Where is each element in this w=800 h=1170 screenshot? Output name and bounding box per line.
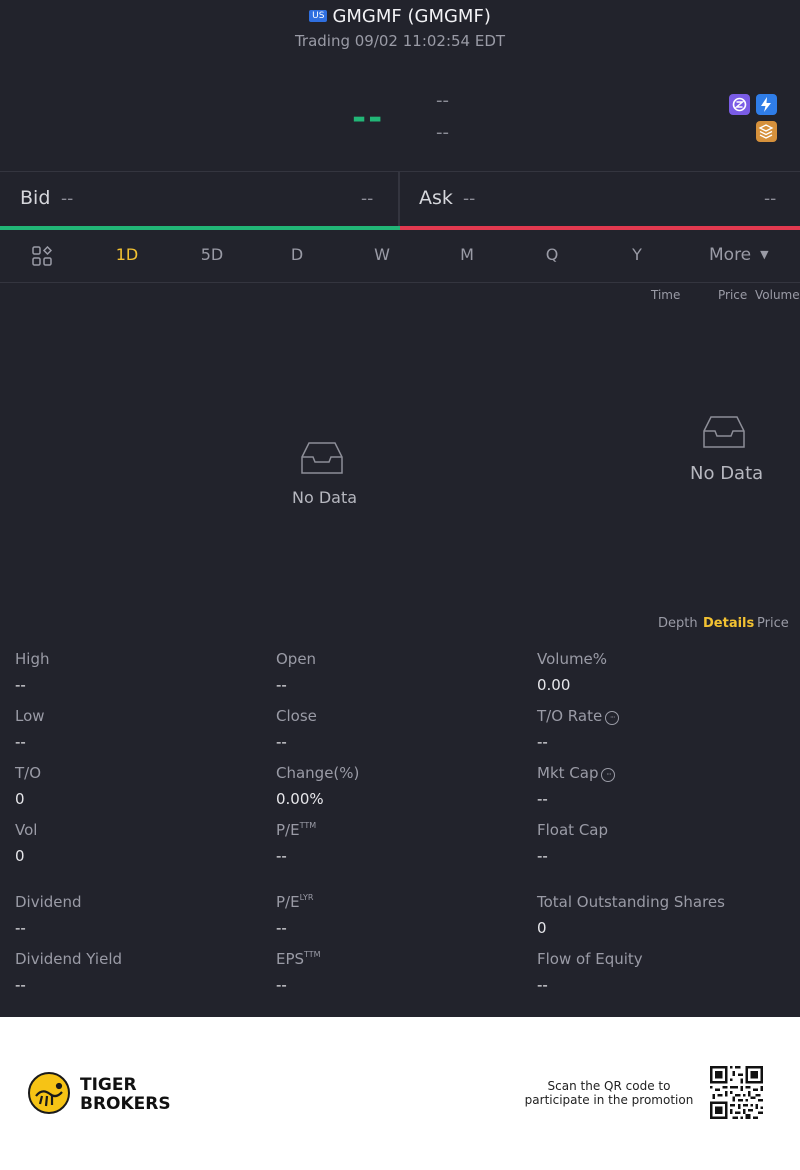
stat-open-value: --: [276, 676, 287, 694]
promo-line1: Scan the QR code to: [547, 1079, 671, 1093]
stat-change-pct-value: 0.00%: [276, 790, 324, 808]
stat-volume-pct-label: Volume%: [537, 650, 608, 668]
stat-pe-ttm: P/ETTM: [276, 821, 316, 839]
bid-size: --: [361, 189, 374, 209]
tab-week[interactable]: W: [352, 245, 412, 264]
stat-pe-lyr-label: P/E: [276, 893, 300, 911]
ask-size: --: [764, 189, 777, 209]
tab-details[interactable]: Details: [703, 616, 754, 631]
stat-close-value: --: [276, 733, 287, 751]
tab-month[interactable]: M: [437, 245, 497, 264]
stat-eps-ttm-value: --: [276, 976, 287, 994]
ask-ratio-bar: [400, 226, 800, 230]
stat-mkt-cap-value: --: [537, 790, 548, 808]
stock-name: GMGMF (GMGMF): [332, 6, 491, 27]
stat-flow-equity-label: Flow of Equity: [537, 950, 643, 968]
tab-day[interactable]: D: [267, 245, 327, 264]
price-change-percent: --: [436, 122, 449, 143]
tab-5d[interactable]: 5D: [182, 245, 242, 264]
caret-down-icon: ▼: [760, 248, 769, 261]
stat-vol-value: 0: [15, 847, 25, 865]
column-time: Time: [651, 288, 681, 302]
stat-low-value: --: [15, 733, 26, 751]
stat-total-shares-value: 0: [537, 919, 547, 937]
stat-to-rate: T/O Rate ···: [537, 707, 620, 725]
stock-title: US GMGMF (GMGMF): [0, 6, 800, 27]
stat-float-cap-label: Float Cap: [537, 821, 609, 839]
trades-empty-text: No Data: [690, 463, 764, 484]
more-info-icon[interactable]: ···: [605, 711, 620, 725]
more-dropdown[interactable]: More ▼: [709, 245, 769, 265]
tab-1d[interactable]: 1D: [97, 245, 157, 264]
price-change: --: [436, 90, 449, 111]
divider: [0, 282, 800, 283]
tiger-logo-icon: [28, 1072, 70, 1114]
stat-low-label: Low: [15, 707, 45, 725]
market-badge: US: [309, 10, 328, 22]
qr-code: [710, 1066, 763, 1119]
chart-empty-text: No Data: [292, 488, 358, 507]
promo-text: Scan the QR code to participate in the p…: [520, 1079, 698, 1107]
stat-to-rate-value: --: [537, 733, 548, 751]
stat-volume-pct-value: 0.00: [537, 676, 571, 694]
more-label: More: [709, 245, 752, 265]
lightning-icon[interactable]: [756, 94, 777, 115]
trading-status: Trading 09/02 11:02:54 EDT: [294, 32, 506, 50]
column-price: Price: [718, 288, 748, 302]
stat-pe-ttm-sup: TTM: [299, 821, 317, 830]
stat-high-label: High: [15, 650, 50, 668]
stat-eps-ttm-label: EPS: [276, 950, 305, 968]
coin-stack-icon[interactable]: [756, 121, 777, 142]
bid-ratio-bar: [0, 226, 400, 230]
quote-panel: [0, 0, 800, 1017]
bid-price: --: [61, 189, 74, 209]
stat-dividend-value: --: [15, 919, 26, 937]
stat-mkt-cap: Mkt Cap ···: [537, 764, 616, 782]
stat-dividend-yield-label: Dividend Yield: [15, 950, 123, 968]
tab-depth[interactable]: Depth: [658, 616, 698, 631]
column-volume: Volume: [755, 288, 800, 302]
stat-float-cap-value: --: [537, 847, 548, 865]
stat-turnover-value: 0: [15, 790, 25, 808]
more-info-icon[interactable]: ···: [601, 768, 616, 782]
promo-line2: participate in the promotion: [524, 1093, 694, 1107]
zero-commission-icon[interactable]: [729, 94, 750, 115]
stat-pe-lyr: P/ELYR: [276, 893, 313, 911]
stat-close-label: Close: [276, 707, 317, 725]
stat-dividend-label: Dividend: [15, 893, 82, 911]
divider: [398, 172, 400, 227]
stat-eps-ttm: EPSTTM: [276, 950, 321, 968]
tab-quarter[interactable]: Q: [522, 245, 582, 264]
stat-to-rate-label: T/O Rate: [537, 707, 603, 725]
bid-label: Bid: [20, 187, 51, 209]
empty-inbox-icon: [703, 415, 745, 453]
empty-inbox-icon: [301, 441, 343, 479]
tab-price[interactable]: Price: [757, 616, 789, 631]
stat-flow-equity-value: --: [537, 976, 548, 994]
tab-year[interactable]: Y: [607, 245, 667, 264]
stat-open-label: Open: [276, 650, 317, 668]
stat-vol-label: Vol: [15, 821, 38, 839]
stat-total-shares-label: Total Outstanding Shares: [537, 893, 725, 911]
ask-price: --: [463, 189, 476, 209]
last-price: --: [352, 98, 385, 138]
stat-pe-ttm-value: --: [276, 847, 287, 865]
stat-eps-ttm-sup: TTM: [304, 950, 321, 959]
stat-mkt-cap-label: Mkt Cap: [537, 764, 599, 782]
stat-pe-lyr-value: --: [276, 919, 287, 937]
stat-dividend-yield-value: --: [15, 976, 26, 994]
brand-line2: BROKERS: [80, 1094, 171, 1114]
stat-change-pct-label: Change(%): [276, 764, 360, 782]
stat-pe-ttm-label: P/E: [276, 821, 300, 839]
brand-line1: TIGER: [80, 1075, 137, 1095]
ask-label: Ask: [419, 187, 453, 209]
stat-pe-lyr-sup: LYR: [299, 893, 314, 902]
stat-high-value: --: [15, 676, 26, 694]
divider: [0, 171, 800, 172]
chart-layout-icon[interactable]: [32, 245, 53, 266]
stat-turnover-label: T/O: [15, 764, 42, 782]
